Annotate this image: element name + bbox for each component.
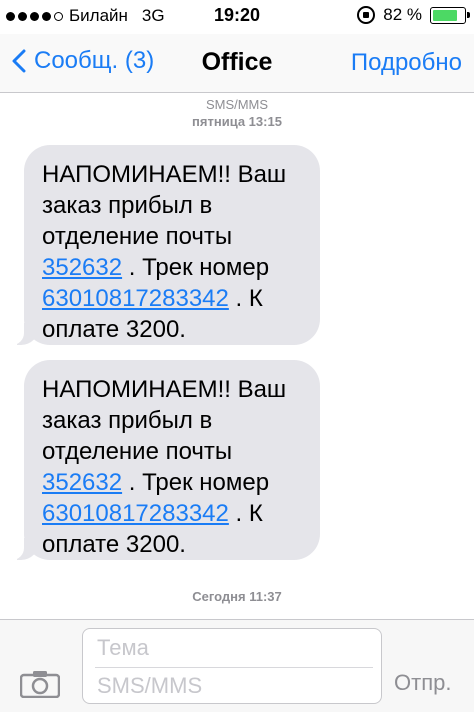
message-line: заказ прибыл в — [42, 407, 213, 434]
details-button[interactable]: Подробно — [351, 49, 462, 77]
body-field[interactable]: SMS/MMS — [97, 673, 202, 699]
message-input[interactable]: Тема SMS/MMS — [82, 628, 382, 704]
message-line: 352632 . Трек номер — [42, 469, 270, 496]
send-button[interactable]: Отпр. — [394, 670, 451, 696]
navigation-bar: Сообщ. (3) Office Подробно — [0, 34, 474, 93]
input-divider — [95, 667, 373, 668]
status-bar: Билайн 3G 19:20 82 % — [0, 0, 474, 34]
message-line: заказ прибыл в — [42, 192, 213, 219]
message-line: оплате 3200. — [42, 531, 186, 558]
timestamp-friday: пятница 13:15 — [192, 114, 282, 129]
track-number-link[interactable]: 63010817283342 — [42, 500, 229, 527]
message-line: НАПОМИНАЕМ!! Ваш — [42, 376, 287, 403]
lock-rotation-icon — [357, 6, 376, 24]
message-line: отделение почты — [42, 438, 233, 465]
postcode-link[interactable]: 352632 — [42, 469, 122, 496]
postcode-link[interactable]: 352632 — [42, 254, 122, 281]
message-bubble: НАПОМИНАЕМ!! Ваш заказ прибыл в отделени… — [8, 145, 320, 345]
message-line: оплате 3200. — [42, 316, 186, 343]
message-bubble: НАПОМИНАЕМ!! Ваш заказ прибыл в отделени… — [8, 360, 320, 560]
message-line: 63010817283342 . К — [42, 285, 263, 312]
subject-field[interactable]: Тема — [97, 635, 149, 661]
battery-icon — [430, 6, 470, 24]
timestamp-today: Сегодня 11:37 — [192, 589, 282, 604]
message-line: отделение почты — [42, 223, 233, 250]
message-composer: Тема SMS/MMS Отпр. — [0, 619, 474, 712]
message-line: 63010817283342 . К — [42, 500, 263, 527]
camera-icon[interactable] — [20, 670, 60, 698]
battery-percent: 82 % — [383, 5, 422, 24]
service-label: SMS/MMS — [205, 97, 269, 112]
track-number-link[interactable]: 63010817283342 — [42, 285, 229, 312]
status-right: 82 % — [357, 5, 470, 25]
message-line: 352632 . Трек номер — [42, 254, 270, 281]
message-line: НАПОМИНАЕМ!! Ваш — [42, 161, 287, 188]
